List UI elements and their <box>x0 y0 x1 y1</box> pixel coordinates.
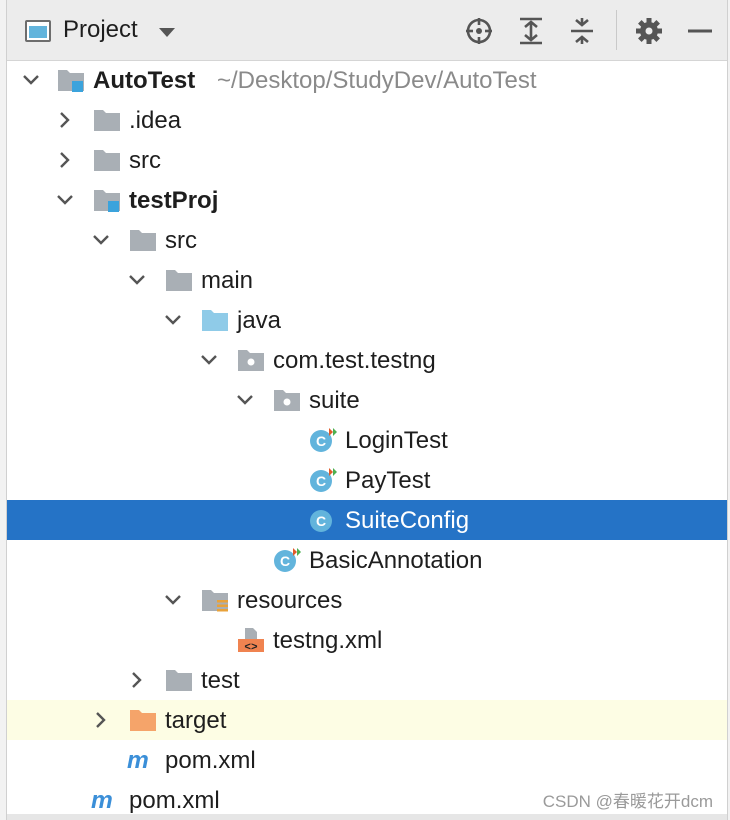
chevron-down-icon[interactable] <box>91 230 111 250</box>
folder-icon <box>130 230 156 251</box>
tree-node-package[interactable]: com.test.testng <box>7 340 727 380</box>
tree-node-idea[interactable]: .idea <box>7 100 727 140</box>
tree-node-label: target <box>165 707 227 734</box>
chevron-right-icon[interactable] <box>55 150 75 170</box>
chevron-down-icon[interactable] <box>127 270 147 290</box>
tree-node-autotest[interactable]: AutoTest ~/Desktop/StudyDev/AutoTest <box>7 60 727 100</box>
chevron-right-icon[interactable] <box>127 670 147 690</box>
tree-node-label: LoginTest <box>345 427 448 454</box>
tree-node-label: test <box>201 667 240 694</box>
tree-node-testng-xml[interactable]: <> testng.xml <box>7 620 727 660</box>
folder-icon <box>166 670 192 691</box>
tree-node-logintest[interactable]: C LoginTest <box>7 420 727 460</box>
chevron-down-icon[interactable] <box>163 590 183 610</box>
tree-node-label: BasicAnnotation <box>309 547 483 574</box>
tree-node-src-top[interactable]: src <box>7 140 727 180</box>
xml-file-icon: <> <box>238 628 264 653</box>
expand-all-icon[interactable] <box>514 14 548 48</box>
class-icon: C <box>310 510 332 532</box>
tree-node-label: PayTest <box>345 467 431 494</box>
tree-node-label: suite <box>309 387 360 414</box>
module-folder-icon <box>58 70 84 92</box>
test-class-icon: C <box>310 428 337 452</box>
tree-node-label: AutoTest <box>93 67 196 94</box>
toolbar-separator <box>616 10 617 50</box>
chevron-down-icon[interactable] <box>159 28 175 37</box>
tree-node-label: main <box>201 267 254 294</box>
chevron-down-icon[interactable] <box>55 190 75 210</box>
hide-icon[interactable] <box>683 14 717 48</box>
source-folder-icon <box>202 310 228 331</box>
tree-node-suite[interactable]: suite <box>7 380 727 420</box>
tree-node-label: com.test.testng <box>273 347 436 374</box>
project-view-icon <box>25 20 51 42</box>
svg-text:C: C <box>280 553 290 569</box>
project-toolbar: Project <box>7 0 727 61</box>
tree-node-label: testng.xml <box>273 627 383 654</box>
tree-node-label: SuiteConfig <box>345 507 470 534</box>
collapse-all-icon[interactable] <box>565 14 599 48</box>
select-opened-file-icon[interactable] <box>462 14 496 48</box>
watermark: CSDN @春暖花开dcm <box>542 792 713 811</box>
svg-text:C: C <box>316 513 326 529</box>
tree-node-java[interactable]: java <box>7 300 727 340</box>
svg-text:m: m <box>127 747 149 773</box>
tree-node-pom-inner[interactable]: m pom.xml <box>7 740 727 780</box>
tree-node-label: pom.xml <box>165 747 256 774</box>
tree-node-label: src <box>129 147 161 174</box>
svg-text:m: m <box>91 787 113 813</box>
chevron-down-icon[interactable] <box>21 70 41 90</box>
tree-node-main[interactable]: main <box>7 260 727 300</box>
svg-text:<>: <> <box>244 642 258 653</box>
test-class-icon: C <box>310 468 337 492</box>
folder-icon <box>94 110 120 131</box>
chevron-down-icon[interactable] <box>163 310 183 330</box>
tree-node-label: pom.xml <box>129 787 220 814</box>
tree-node-target[interactable]: target <box>7 700 727 740</box>
svg-text:C: C <box>316 473 326 489</box>
tree-node-basicannotation[interactable]: C BasicAnnotation <box>7 540 727 580</box>
svg-text:C: C <box>316 433 326 449</box>
chevron-right-icon[interactable] <box>91 710 111 730</box>
maven-icon: m <box>127 747 149 773</box>
tree-node-test[interactable]: test <box>7 660 727 700</box>
tree-node-suiteconfig[interactable]: C SuiteConfig <box>7 500 727 540</box>
tree-node-path: ~/Desktop/StudyDev/AutoTest <box>217 67 537 94</box>
folder-icon <box>94 150 120 171</box>
view-selector-label[interactable]: Project <box>63 16 138 44</box>
tree-node-src[interactable]: src <box>7 220 727 260</box>
chevron-down-icon[interactable] <box>199 350 219 370</box>
horizontal-scrollbar[interactable] <box>7 814 727 820</box>
chevron-down-icon[interactable] <box>235 390 255 410</box>
resources-folder-icon <box>202 590 228 612</box>
chevron-right-icon[interactable] <box>55 110 75 130</box>
tree-node-label: resources <box>237 587 343 614</box>
module-folder-icon <box>94 190 120 212</box>
tree-node-resources[interactable]: resources <box>7 580 727 620</box>
gear-icon[interactable] <box>632 14 666 48</box>
project-tool-window: Project AutoTest ~/Desktop/StudyDev/Auto… <box>6 0 728 820</box>
tree-node-paytest[interactable]: C PayTest <box>7 460 727 500</box>
package-icon <box>238 350 264 371</box>
folder-icon <box>166 270 192 291</box>
tree-node-testproj[interactable]: testProj <box>7 180 727 220</box>
maven-icon: m <box>91 787 113 813</box>
excluded-folder-icon <box>130 710 156 731</box>
tree-node-label: .idea <box>129 107 182 134</box>
tree-node-label: src <box>165 227 197 254</box>
package-icon <box>274 390 300 411</box>
tree-node-label: testProj <box>129 187 219 214</box>
test-class-icon: C <box>274 548 301 572</box>
tree-node-label: java <box>237 307 282 334</box>
